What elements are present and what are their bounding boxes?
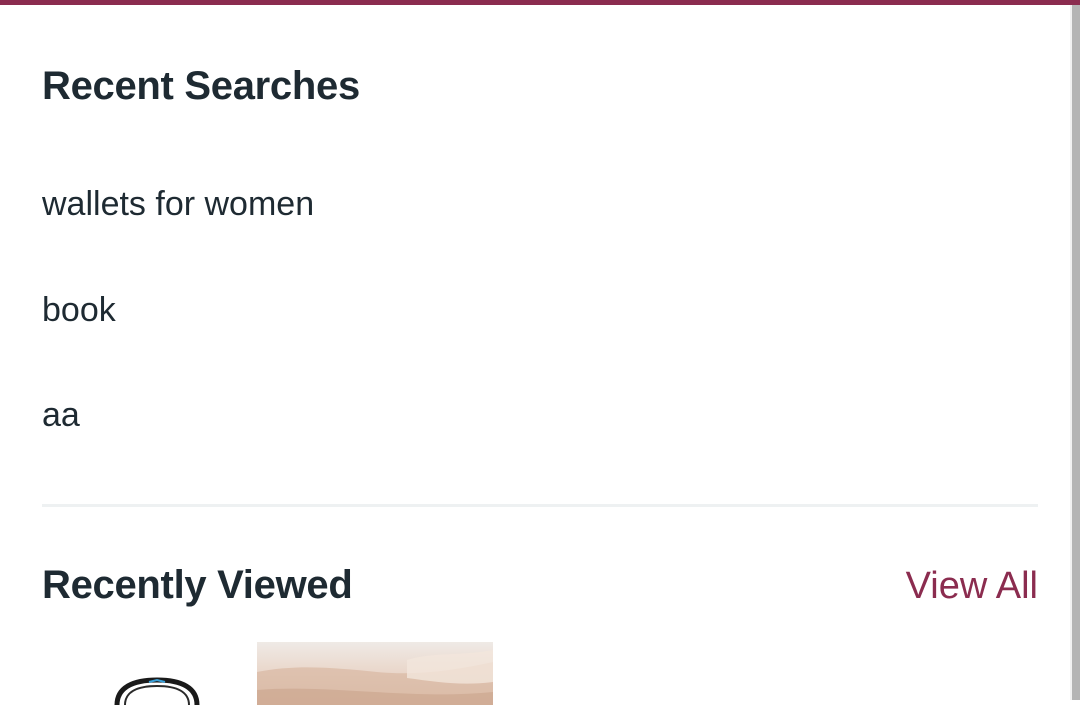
recent-search-item[interactable]: aa <box>42 398 80 432</box>
recent-search-item[interactable]: book <box>42 293 116 327</box>
recently-viewed-product-1[interactable] <box>37 642 273 705</box>
vertical-scrollbar[interactable] <box>1070 5 1080 700</box>
recent-searches-title: Recent Searches <box>42 64 360 108</box>
watch-product-icon <box>114 677 200 705</box>
section-divider <box>42 504 1038 507</box>
recently-viewed-title: Recently Viewed <box>42 563 353 607</box>
view-all-link[interactable]: View All <box>906 567 1038 605</box>
scrollbar-thumb[interactable] <box>1072 5 1080 700</box>
recent-search-item[interactable]: wallets for women <box>42 187 314 221</box>
fabric-product-photo <box>257 650 493 705</box>
top-accent-bar <box>0 0 1080 5</box>
recently-viewed-product-2[interactable] <box>257 642 493 705</box>
